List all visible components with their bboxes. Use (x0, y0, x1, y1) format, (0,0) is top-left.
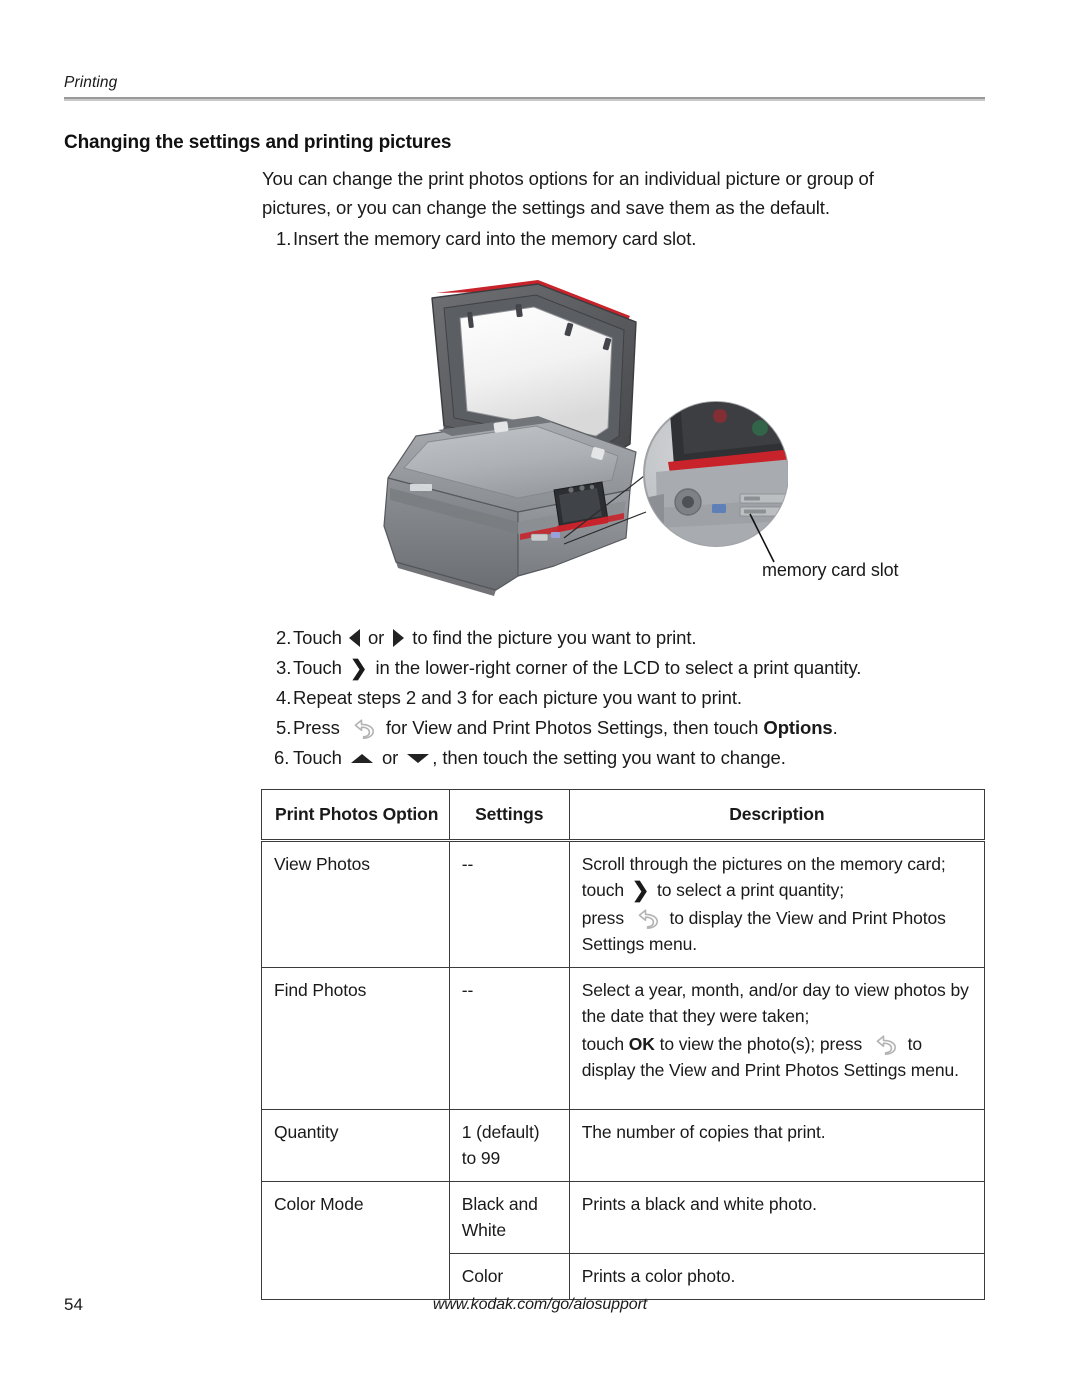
description-line: Select a year, month, and/or day to view… (581, 980, 969, 1026)
description-text: to select a print quantity; (652, 880, 845, 900)
description-line: Scroll through the pictures on the memor… (582, 851, 972, 903)
table-row: Color Prints a color photo. (261, 1253, 986, 1300)
print-photos-options-table: Print Photos Option Settings Description… (261, 789, 986, 1300)
chevron-right-icon: ❯ (631, 879, 650, 902)
left-arrow-icon (348, 629, 360, 647)
step-item-1: 1. Insert the memory card into the memor… (262, 225, 982, 253)
step-text-pre: Touch (293, 627, 347, 648)
step-text: Repeat steps 2 and 3 for each picture yo… (293, 687, 742, 708)
options-emphasis: Options (763, 717, 833, 738)
step-text: Insert the memory card into the memory c… (293, 228, 697, 249)
column-header-description: Description (568, 789, 986, 842)
cell-option (261, 1253, 450, 1300)
up-arrow-icon (350, 754, 373, 763)
table-row: Find Photos -- Select a year, month, and… (261, 967, 986, 1110)
cell-description: The number of copies that print. (568, 1109, 986, 1182)
header-rule (64, 97, 985, 101)
cell-settings: Color (448, 1253, 570, 1300)
chevron-right-icon: ❯ (349, 657, 368, 680)
cell-option: View Photos (261, 840, 450, 968)
step-number: 1. (276, 228, 292, 249)
footer-url: www.kodak.com/go/aiosupport (432, 1296, 648, 1313)
step-number: 5. (276, 717, 292, 738)
memory-card-slot-label: memory card slot (762, 560, 899, 580)
cell-description: Scroll through the pictures on the memor… (568, 840, 986, 968)
column-header-settings: Settings (448, 789, 570, 842)
intro-paragraph: You can change the print photos options … (262, 168, 874, 218)
cell-description: Prints a color photo. (568, 1253, 986, 1300)
cell-settings: 1 (default) to 99 (448, 1109, 570, 1182)
right-arrow-icon (393, 629, 405, 647)
step-item-4: 4. Repeat steps 2 and 3 for each picture… (262, 684, 982, 712)
description-line: touch OK to view the photo(s); press to … (582, 1031, 972, 1083)
step-text-pre: Touch (293, 657, 347, 678)
column-header-option: Print Photos Option (261, 789, 450, 842)
description-text: to view the photo(s); press (654, 1034, 867, 1054)
cell-settings: -- (448, 840, 570, 968)
back-arrow-icon (638, 909, 658, 929)
down-arrow-icon (407, 754, 430, 763)
cell-description: Prints a black and white photo. (568, 1181, 986, 1254)
step-text-mid: for View and Print Photos Settings, then… (380, 717, 764, 738)
step-text-post: , then touch the setting you want to cha… (432, 747, 786, 768)
step-text-mid: or (376, 747, 404, 768)
step-item-5: 5. Press for View and Print Photos Setti… (262, 714, 982, 742)
cell-settings: -- (448, 967, 570, 1110)
cell-description: Select a year, month, and/or day to view… (568, 967, 986, 1110)
cell-option: Quantity (261, 1109, 450, 1182)
table-row: View Photos -- Scroll through the pictur… (261, 840, 986, 968)
back-arrow-icon (876, 1035, 896, 1055)
step-text-mid: in the lower-right corner of the LCD to … (370, 657, 862, 678)
step-text-pre: Touch (293, 747, 347, 768)
back-arrow-icon (354, 719, 374, 739)
step-text-pre: Press (293, 717, 345, 738)
step-number: 6. (274, 747, 290, 768)
step-item-6: 6. Touch or , then touch the setting you… (262, 744, 982, 772)
table-row: Quantity 1 (default) to 99 The number of… (261, 1109, 986, 1182)
step-number: 2. (276, 627, 292, 648)
printer-body (383, 416, 637, 596)
table-header-row: Print Photos Option Settings Description (261, 789, 986, 842)
cell-option: Find Photos (261, 967, 450, 1110)
description-line: press to display the View and Print Phot… (582, 905, 972, 957)
step-item-2: 2. Touch or to find the picture you want… (262, 624, 982, 652)
magnifier-callout (643, 401, 788, 563)
table-row: Color Mode Black and White Prints a blac… (261, 1181, 986, 1254)
step-text: Press for View and Print Photos Settings… (293, 714, 982, 742)
document-page: Printing Changing the settings and print… (0, 0, 1080, 1397)
description-text: touch (581, 1034, 629, 1054)
cell-settings: Black and White (448, 1181, 570, 1254)
printer-illustration (368, 276, 788, 596)
step-number: 3. (276, 657, 292, 678)
step-text-mid: or (362, 627, 390, 648)
section-title: Changing the settings and printing pictu… (64, 132, 452, 153)
ok-emphasis: OK (628, 1034, 655, 1054)
description-text: press (581, 908, 629, 928)
step-text: Touch ❯ in the lower-right corner of the… (293, 654, 982, 682)
cell-option: Color Mode (261, 1181, 450, 1254)
step-text-post: to find the picture you want to print. (407, 627, 697, 648)
step-number: 4. (276, 687, 292, 708)
step-text: Touch or , then touch the setting you wa… (293, 744, 982, 772)
running-header: Printing (64, 74, 118, 91)
step-item-3: 3. Touch ❯ in the lower-right corner of … (262, 654, 982, 682)
step-text: Touch or to find the picture you want to… (293, 624, 982, 652)
step-text-tail: . (832, 717, 838, 738)
